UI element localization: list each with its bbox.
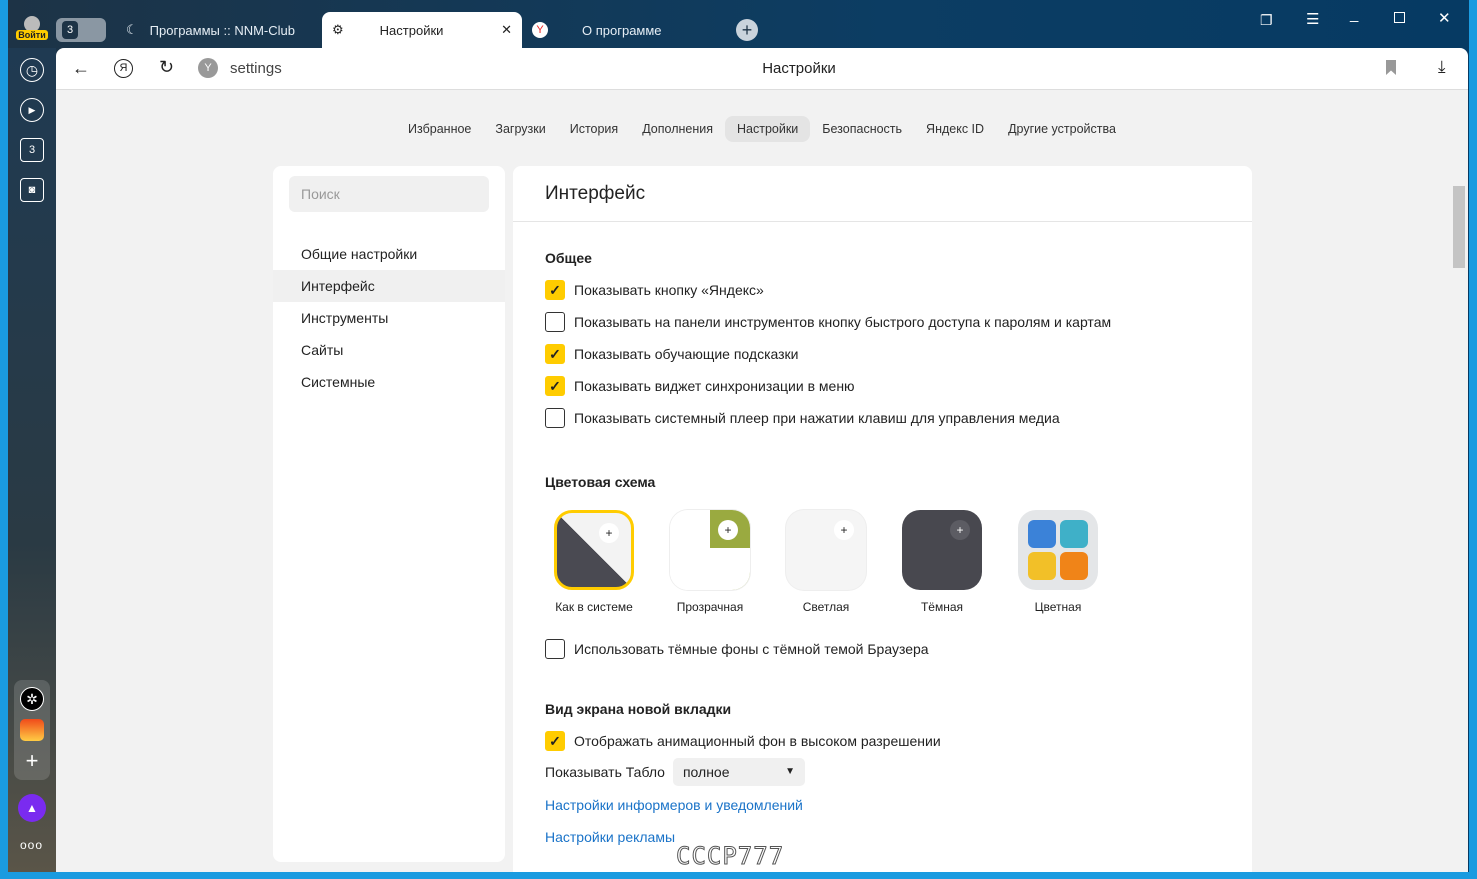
close-tab-icon[interactable]: ✕: [501, 22, 512, 38]
informers-settings-link[interactable]: Настройки информеров и уведомлений: [545, 797, 803, 813]
nav-history[interactable]: История: [558, 116, 630, 142]
screenshot-icon[interactable]: ◙: [20, 178, 44, 202]
checkbox[interactable]: [545, 408, 565, 428]
menu-icon[interactable]: ☰: [1306, 10, 1319, 28]
theme-dark[interactable]: + Тёмная: [892, 510, 992, 614]
option-animated-bg[interactable]: ✓ Отображать анимационный фон в высоком р…: [545, 731, 941, 751]
option-passwords-button[interactable]: Показывать на панели инструментов кнопку…: [545, 312, 1111, 332]
watermark: СССР777: [675, 842, 785, 871]
tab-nnm-club[interactable]: ☾ Программы :: NNM-Club: [126, 12, 316, 48]
maximize-button[interactable]: [1394, 12, 1405, 23]
tab-group-button[interactable]: 3: [56, 18, 106, 42]
minimize-button[interactable]: _: [1350, 6, 1358, 23]
option-media-player[interactable]: Показывать системный плеер при нажатии к…: [545, 408, 1060, 428]
nav-settings[interactable]: Настройки: [725, 116, 811, 142]
theme-system[interactable]: + Как в системе: [544, 510, 644, 614]
color-scheme-heading: Цветовая схема: [545, 474, 656, 490]
sidebar-item-general[interactable]: Общие настройки: [273, 238, 505, 270]
gear-icon: ⚙: [332, 22, 344, 37]
theme-colored[interactable]: Цветная: [1008, 510, 1108, 614]
option-sync-widget[interactable]: ✓ Показывать виджет синхронизации в меню: [545, 376, 855, 396]
settings-content: Интерфейс Общее ✓ Показывать кнопку «Янде…: [513, 166, 1252, 872]
sidebar-item-interface[interactable]: Интерфейс: [273, 270, 505, 302]
general-heading: Общее: [545, 250, 592, 266]
tablo-select[interactable]: полное ▼: [672, 758, 805, 786]
tab-about[interactable]: YО программе: [532, 12, 722, 48]
nav-extensions[interactable]: Дополнения: [630, 116, 725, 142]
toolbar: ← Я ↻ Y settings Настройки ⤓: [56, 48, 1468, 90]
section-title: Интерфейс: [513, 166, 1252, 222]
nav-yandex-id[interactable]: Яндекс ID: [914, 116, 996, 142]
settings-wheel-icon[interactable]: ✲: [20, 687, 44, 711]
more-icon[interactable]: ooo: [20, 838, 43, 852]
tab-settings[interactable]: ⚙ Настройки ✕: [322, 12, 522, 48]
checkbox-checked[interactable]: ✓: [545, 280, 565, 300]
mail-icon[interactable]: [20, 719, 44, 741]
theme-light[interactable]: + Светлая: [776, 510, 876, 614]
close-window-button[interactable]: ✕: [1438, 9, 1451, 27]
profile-avatar[interactable]: Войти: [16, 16, 48, 46]
option-hints[interactable]: ✓ Показывать обучающие подсказки: [545, 344, 799, 364]
add-icon[interactable]: +: [20, 748, 44, 774]
video-icon[interactable]: ▶: [20, 98, 44, 122]
theme-transparent[interactable]: + Прозрачная: [660, 510, 760, 614]
sidebar-item-sites[interactable]: Сайты: [273, 334, 505, 366]
page-title: Настройки: [762, 60, 836, 77]
download-icon[interactable]: ⤓: [1438, 57, 1446, 77]
checkbox-checked[interactable]: ✓: [545, 731, 565, 751]
sidebar-item-system[interactable]: Системные: [273, 366, 505, 398]
history-icon[interactable]: ◷: [20, 58, 44, 82]
alice-icon[interactable]: ▲: [18, 794, 46, 822]
nav-downloads[interactable]: Загрузки: [483, 116, 557, 142]
collections-icon[interactable]: ❐: [1260, 12, 1273, 29]
checkbox-checked[interactable]: ✓: [545, 344, 565, 364]
option-yandex-button[interactable]: ✓ Показывать кнопку «Яндекс»: [545, 280, 764, 300]
nav-security[interactable]: Безопасность: [810, 116, 914, 142]
login-button[interactable]: Войти: [16, 30, 48, 40]
settings-sidebar: Поиск Общие настройки Интерфейс Инструме…: [273, 166, 505, 862]
nav-favorites[interactable]: Избранное: [396, 116, 483, 142]
tab-strip: 3 ☾ Программы :: NNM-Club ⚙ Настройки ✕ YО …: [56, 6, 1477, 48]
option-dark-backgrounds[interactable]: Использовать тёмные фоны с тёмной темой …: [545, 639, 929, 659]
search-input[interactable]: Поиск: [289, 176, 489, 212]
ads-settings-link[interactable]: Настройки рекламы: [545, 829, 675, 845]
tabs-counter-icon[interactable]: 3: [20, 138, 44, 162]
tablo-row: Показывать Табло полное ▼: [545, 758, 805, 786]
yandex-logo-icon: Y: [532, 22, 548, 38]
checkbox-checked[interactable]: ✓: [545, 376, 565, 396]
newtab-heading: Вид экрана новой вкладки: [545, 701, 732, 717]
new-tab-button[interactable]: +: [736, 19, 758, 41]
sidebar: Войти ◷ ▶ 3 ◙ ✲ + ▲ ooo: [8, 16, 56, 872]
chevron-down-icon: ▼: [785, 766, 795, 777]
checkbox[interactable]: [545, 639, 565, 659]
nav-devices[interactable]: Другие устройства: [996, 116, 1128, 142]
settings-page: Избранное Загрузки История Дополнения На…: [56, 90, 1468, 872]
scrollbar[interactable]: [1453, 96, 1467, 866]
sidebar-item-tools[interactable]: Инструменты: [273, 302, 505, 334]
checkbox[interactable]: [545, 312, 565, 332]
top-nav: Избранное Загрузки История Дополнения На…: [56, 116, 1468, 142]
